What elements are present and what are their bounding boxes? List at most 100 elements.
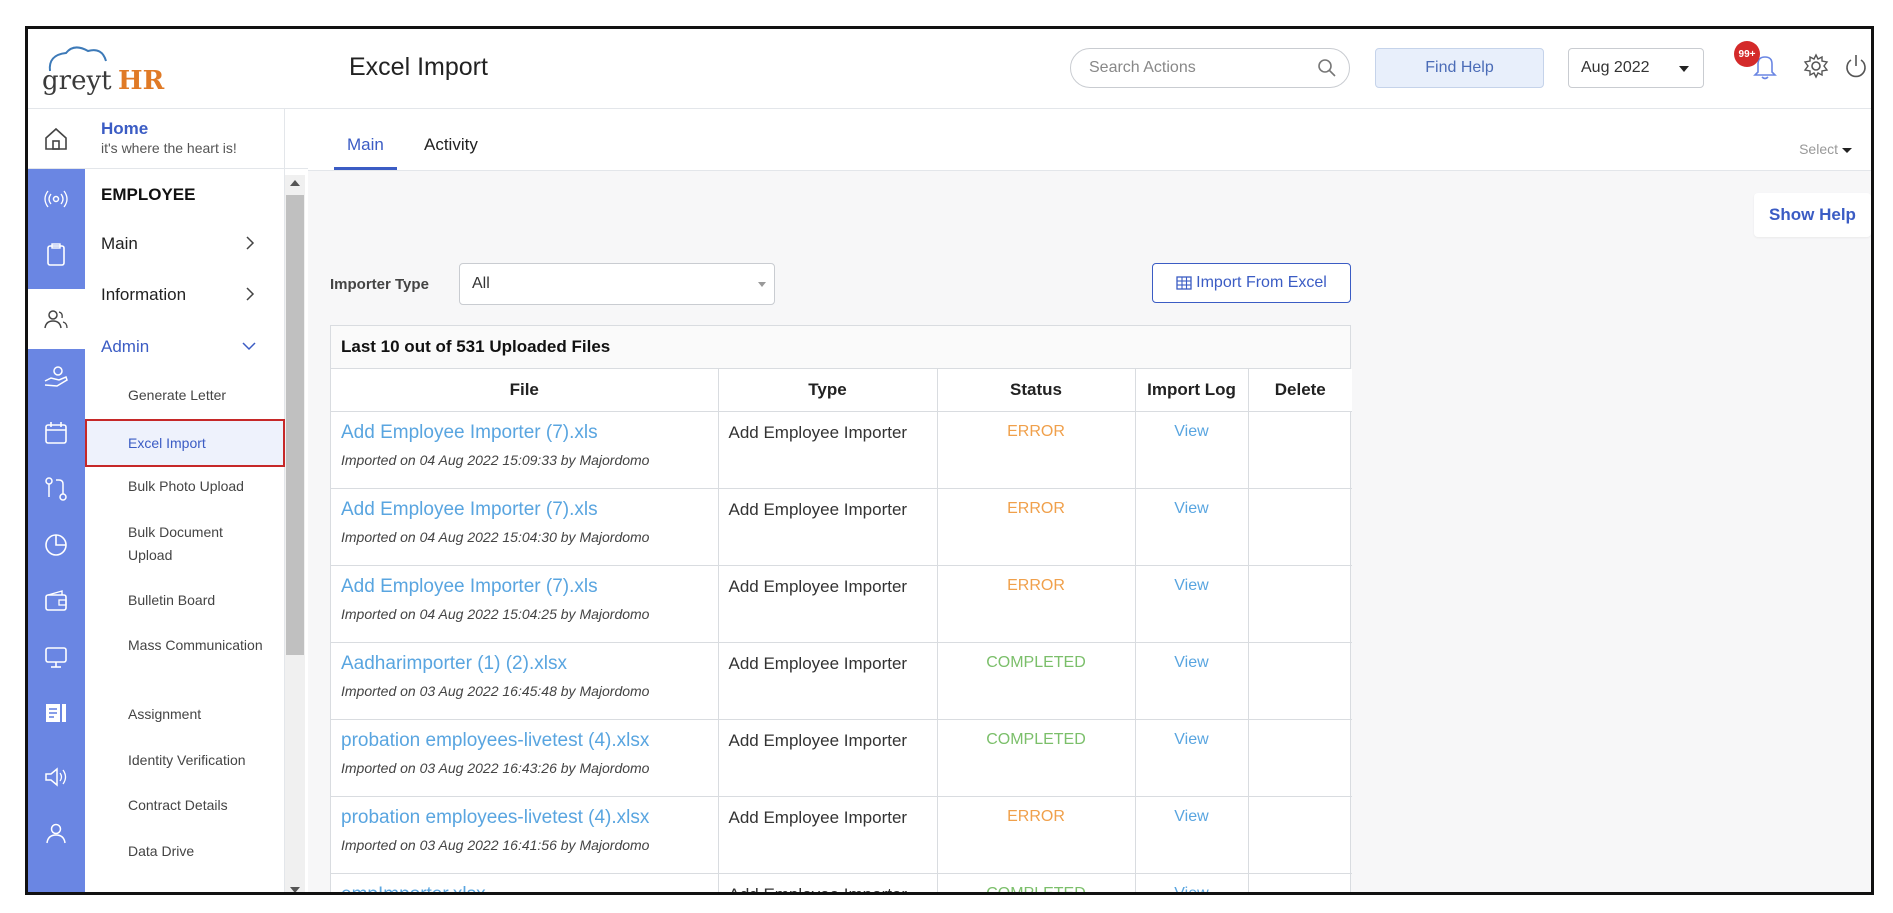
scroll-up-arrow-icon[interactable] xyxy=(290,180,300,186)
status-cell: ERROR xyxy=(937,411,1136,489)
column-header-import-log: Import Log xyxy=(1135,369,1249,412)
file-link[interactable]: Add Employee Importer (7).xls xyxy=(331,412,718,444)
files-table: File Type Status Import Log Delete Add E… xyxy=(331,369,1352,893)
menu-body: EMPLOYEE Main Information Admin Generate… xyxy=(85,169,285,892)
section-employee: EMPLOYEE xyxy=(101,185,196,204)
file-link[interactable]: Add Employee Importer (7).xls xyxy=(331,566,718,598)
importer-type-select[interactable]: All xyxy=(459,263,775,305)
calendar-icon[interactable] xyxy=(42,419,70,447)
greythr-logo[interactable]: greyt HR xyxy=(38,41,168,101)
view-log-link[interactable]: View xyxy=(1135,796,1249,874)
menu-home[interactable]: Home it's where the heart is! xyxy=(85,109,328,169)
file-link[interactable]: empImporter.xlsx xyxy=(331,874,718,893)
menu-sub-mass-communication[interactable]: Mass Communication xyxy=(128,634,268,657)
broadcast-icon[interactable] xyxy=(42,185,70,213)
delete-cell[interactable] xyxy=(1248,411,1352,489)
delete-cell[interactable] xyxy=(1248,873,1352,892)
show-help-button[interactable]: Show Help xyxy=(1754,193,1871,237)
chevron-right-icon xyxy=(246,236,255,250)
status-cell: COMPLETED xyxy=(937,719,1136,797)
find-help-button[interactable]: Find Help xyxy=(1375,48,1544,88)
table-row: Add Employee Importer (7).xls Imported on… xyxy=(331,565,1352,643)
status-cell: COMPLETED xyxy=(937,873,1136,892)
file-link[interactable]: probation employees-livetest (4).xlsx xyxy=(331,720,718,752)
menu-item-main[interactable]: Main xyxy=(101,234,266,254)
menu-sub-bulletin-board[interactable]: Bulletin Board xyxy=(128,589,268,612)
importer-type-value: All xyxy=(472,275,490,292)
user-icon[interactable] xyxy=(42,819,70,847)
home-subtitle: it's where the heart is! xyxy=(101,140,237,156)
menu-item-admin[interactable]: Admin xyxy=(101,337,266,357)
caret-down-icon xyxy=(1679,66,1689,72)
power-icon[interactable] xyxy=(1841,51,1871,81)
caret-down-icon xyxy=(1842,147,1852,153)
scrollbar-thumb[interactable] xyxy=(286,195,304,655)
scroll-down-arrow-icon[interactable] xyxy=(290,887,300,892)
file-cell: Add Employee Importer (7).xls Imported on… xyxy=(331,488,719,566)
document-icon[interactable] xyxy=(42,699,70,727)
delete-cell[interactable] xyxy=(1248,719,1352,797)
view-log-link[interactable]: View xyxy=(1135,642,1249,720)
menu-item-information[interactable]: Information xyxy=(101,285,266,305)
menu-sub-excel-import[interactable]: Excel Import xyxy=(85,419,285,467)
delete-cell[interactable] xyxy=(1248,565,1352,643)
menu-sub-generate-letter[interactable]: Generate Letter xyxy=(128,384,268,407)
file-link[interactable]: Aadharimporter (1) (2).xlsx xyxy=(331,643,718,675)
delete-cell[interactable] xyxy=(1248,796,1352,874)
tab-main[interactable]: Main xyxy=(334,135,397,170)
search-actions-input[interactable]: Search Actions xyxy=(1070,48,1350,88)
month-value: Aug 2022 xyxy=(1581,59,1650,76)
icon-rail xyxy=(28,109,85,892)
menu-sub-bulk-document-upload[interactable]: Bulk Document Upload xyxy=(128,521,268,567)
tab-activity[interactable]: Activity xyxy=(424,135,478,167)
page-title: Excel Import xyxy=(349,53,488,81)
delete-cell[interactable] xyxy=(1248,488,1352,566)
type-cell: Add Employee Importer xyxy=(718,565,938,643)
menu-sub-contract-details[interactable]: Contract Details xyxy=(128,794,268,817)
file-import-meta: Imported on 04 Aug 2022 15:09:33 by Majo… xyxy=(341,451,650,468)
monitor-icon[interactable] xyxy=(42,643,70,671)
file-cell: probation employees-livetest (4).xlsx Imp… xyxy=(331,719,719,797)
delete-cell[interactable] xyxy=(1248,642,1352,720)
main-content: Main Activity Select Show Help Importer … xyxy=(308,109,1871,893)
menu-scrollbar[interactable] xyxy=(285,175,305,892)
view-log-link[interactable]: View xyxy=(1135,488,1249,566)
pie-chart-icon[interactable] xyxy=(42,531,70,559)
menu-sub-data-drive[interactable]: Data Drive xyxy=(128,840,268,863)
menu-sub-identity-verification[interactable]: Identity Verification xyxy=(128,749,278,772)
table-icon xyxy=(1176,276,1192,290)
menu-item-information-label: Information xyxy=(101,285,187,304)
wallet-icon[interactable] xyxy=(42,587,70,615)
select-dropdown[interactable]: Select xyxy=(1799,141,1852,157)
table-caption: Last 10 out of 531 Uploaded Files xyxy=(331,326,1350,369)
file-link[interactable]: probation employees-livetest (4).xlsx xyxy=(331,797,718,829)
search-icon[interactable] xyxy=(1317,58,1337,78)
file-cell: probation employees-livetest (4).xlsx Imp… xyxy=(331,796,719,874)
menu-sub-assignment[interactable]: Assignment xyxy=(128,703,268,726)
column-header-file: File xyxy=(331,369,719,412)
menu-sub-offboarding[interactable]: Offboarding xyxy=(128,886,268,892)
month-selector[interactable]: Aug 2022 xyxy=(1568,48,1704,88)
menu-item-main-label: Main xyxy=(101,234,138,253)
route-icon[interactable] xyxy=(42,475,70,503)
home-icon[interactable] xyxy=(42,125,70,153)
clipboard-icon[interactable] xyxy=(42,241,70,269)
table-row: probation employees-livetest (4).xlsx Imp… xyxy=(331,796,1352,874)
gear-icon[interactable] xyxy=(1801,51,1831,81)
menu-sub-bulk-photo-upload[interactable]: Bulk Photo Upload xyxy=(128,475,268,498)
speaker-icon[interactable] xyxy=(42,763,70,791)
import-from-excel-button[interactable]: Import From Excel xyxy=(1152,263,1351,303)
file-link[interactable]: Add Employee Importer (7).xls xyxy=(331,489,718,521)
view-log-link[interactable]: View xyxy=(1135,719,1249,797)
notification-badge: 99+ xyxy=(1734,41,1760,67)
view-log-link[interactable]: View xyxy=(1135,565,1249,643)
status-cell: ERROR xyxy=(937,565,1136,643)
type-cell: Add Employee Importer xyxy=(718,719,938,797)
hand-coin-icon[interactable] xyxy=(42,363,70,391)
type-cell: Add Employee Importer xyxy=(718,796,938,874)
search-placeholder: Search Actions xyxy=(1089,59,1196,76)
people-icon[interactable] xyxy=(42,305,70,333)
view-log-link[interactable]: View xyxy=(1135,873,1249,892)
home-title: Home xyxy=(101,119,149,138)
view-log-link[interactable]: View xyxy=(1135,411,1249,489)
